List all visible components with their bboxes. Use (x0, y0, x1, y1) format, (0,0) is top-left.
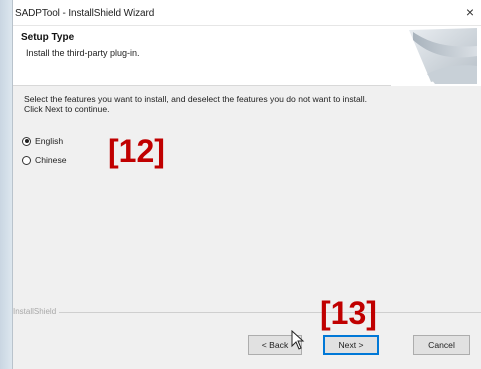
annotation-label-13: [13] (320, 295, 377, 331)
next-button[interactable]: Next > (323, 335, 379, 355)
radio-english[interactable] (22, 136, 31, 146)
content-panel: Select the features you want to install,… (13, 86, 481, 322)
installshield-wizard-dialog: SADPTool - InstallShield Wizard × Setup … (12, 0, 481, 369)
option-english-label: English (35, 136, 64, 146)
instructions: Select the features you want to install,… (24, 94, 464, 114)
mouse-cursor-icon (291, 330, 305, 350)
page-subtitle: Install the third-party plug-in. (26, 48, 140, 58)
installshield-branding: InstallShield (13, 307, 60, 316)
branding-divider (13, 312, 481, 313)
installshield-banner-graphic-icon (391, 26, 481, 86)
cancel-button[interactable]: Cancel (413, 335, 470, 355)
radio-chinese[interactable] (22, 155, 31, 165)
screenshot: SADPTool - InstallShield Wizard × Setup … (0, 0, 481, 369)
instructions-line-1: Select the features you want to install,… (24, 94, 368, 104)
background-edge (0, 0, 12, 369)
annotation-label-12: [12] (108, 133, 165, 169)
close-icon[interactable]: × (463, 5, 477, 19)
option-english[interactable]: English (22, 134, 63, 148)
option-chinese[interactable]: Chinese (22, 153, 67, 167)
button-bar: < Back Next > Cancel (13, 322, 481, 369)
title-bar: SADPTool - InstallShield Wizard × (13, 0, 481, 26)
page-title: Setup Type (21, 32, 75, 43)
instructions-line-2: Click Next to continue. (24, 104, 110, 114)
option-chinese-label: Chinese (35, 155, 67, 165)
window-title: SADPTool - InstallShield Wizard (15, 8, 155, 19)
wizard-header: Setup Type Install the third-party plug-… (13, 26, 481, 86)
